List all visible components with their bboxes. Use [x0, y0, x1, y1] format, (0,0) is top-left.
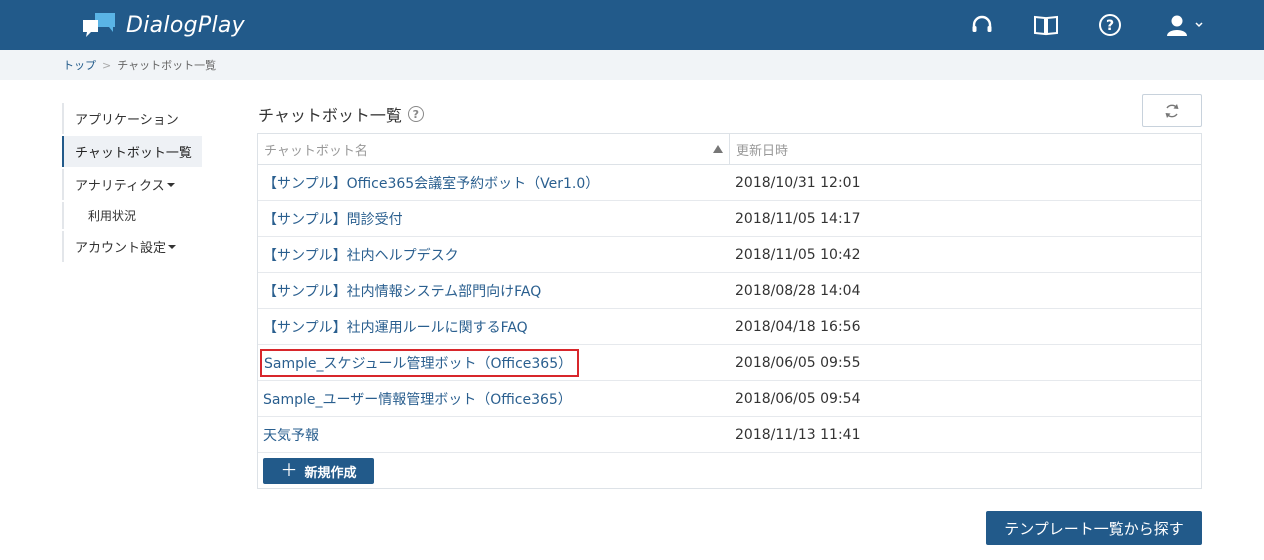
column-header-date[interactable]: 更新日時 [730, 134, 1201, 164]
app-header: DialogPlay ? [0, 0, 1264, 50]
help-icon[interactable]: ? [407, 106, 424, 122]
svg-text:?: ? [1106, 18, 1114, 34]
sidebar-item-label: アナリティクス [75, 179, 165, 194]
new-button-label: 新規作成 [304, 465, 357, 481]
column-header-name[interactable]: チャットボット名 [258, 134, 730, 164]
chatbot-name-link[interactable]: 【サンプル】問診受付 [258, 201, 730, 236]
breadcrumb-current: チャットボット一覧 [117, 59, 217, 72]
app-logo[interactable]: DialogPlay [82, 11, 245, 39]
sidebar-item-label: アプリケーション [75, 113, 179, 128]
column-header-label: チャットボット名 [264, 143, 368, 159]
chatbot-name-link[interactable]: 【サンプル】社内ヘルプデスク [258, 237, 730, 272]
column-header-label: 更新日時 [736, 143, 789, 159]
breadcrumb-separator: > [102, 58, 112, 72]
sidebar-item-analytics[interactable]: アナリティクス [62, 169, 202, 200]
table-row[interactable]: 天気予報 2018/11/13 11:41 [258, 417, 1201, 453]
chatbot-name-link[interactable]: 天気予報 [258, 417, 730, 452]
caret-down-icon [168, 244, 177, 249]
user-icon [1167, 15, 1187, 36]
headset-icon[interactable] [969, 12, 995, 38]
updated-at: 2018/11/05 10:42 [735, 246, 861, 263]
sidebar-item-label: 利用状況 [88, 209, 137, 223]
updated-at: 2018/06/05 09:55 [735, 354, 861, 371]
chatbot-name-link[interactable]: 【サンプル】社内運用ルールに関するFAQ [258, 309, 730, 344]
plus-icon: ＋ [280, 460, 298, 481]
table-header: チャットボット名 更新日時 [258, 134, 1201, 165]
chatbot-name-link[interactable]: 【サンプル】社内情報システム部門向けFAQ [258, 273, 730, 308]
browse-templates-button[interactable]: テンプレート一覧から探す [986, 511, 1202, 545]
sidebar-item-account-settings[interactable]: アカウント設定 [62, 231, 202, 262]
chatbot-name-cell: Sample_スケジュール管理ボット（Office365） [258, 345, 730, 380]
chatbot-name-link-highlighted[interactable]: Sample_スケジュール管理ボット（Office365） [260, 348, 580, 377]
breadcrumb: トップ > チャットボット一覧 [0, 50, 1264, 80]
breadcrumb-home[interactable]: トップ [63, 57, 96, 73]
sidebar-item-label: アカウント設定 [75, 241, 167, 256]
sidebar: アプリケーション チャットボット一覧 アナリティクス 利用状況 アカウント設定 [62, 103, 202, 264]
help-icon[interactable]: ? [1097, 12, 1123, 38]
updated-at: 2018/11/05 14:17 [735, 210, 861, 227]
sidebar-item-chatbots[interactable]: チャットボット一覧 [62, 136, 202, 167]
table-row[interactable]: 【サンプル】社内運用ルールに関するFAQ 2018/04/18 16:56 [258, 309, 1201, 345]
chatbot-name-link[interactable]: Sample_ユーザー情報管理ボット（Office365） [258, 381, 730, 416]
sidebar-item-applications[interactable]: アプリケーション [62, 103, 202, 134]
page-title: チャットボット一覧 [258, 106, 402, 125]
caret-down-icon [166, 182, 175, 187]
updated-at: 2018/04/18 16:56 [735, 318, 861, 335]
table-row[interactable]: 【サンプル】Office365会議室予約ボット（Ver1.0） 2018/10/… [258, 165, 1201, 201]
table-row[interactable]: Sample_ユーザー情報管理ボット（Office365） 2018/06/05… [258, 381, 1201, 417]
refresh-icon [1165, 103, 1179, 118]
updated-at: 2018/08/28 14:04 [735, 282, 861, 299]
table-row[interactable]: Sample_スケジュール管理ボット（Office365） 2018/06/05… [258, 345, 1201, 381]
sidebar-item-label: チャットボット一覧 [75, 146, 192, 161]
page-title-area: チャットボット一覧 ? [258, 102, 424, 126]
updated-at: 2018/10/31 12:01 [735, 174, 861, 191]
chatbot-table: チャットボット名 更新日時 【サンプル】Office365会議室予約ボット（Ve… [257, 133, 1202, 489]
chevron-down-icon [1195, 22, 1203, 28]
table-row[interactable]: 【サンプル】社内情報システム部門向けFAQ 2018/08/28 14:04 [258, 273, 1201, 309]
table-row[interactable]: 【サンプル】問診受付 2018/11/05 14:17 [258, 201, 1201, 237]
sidebar-subitem-usage[interactable]: 利用状況 [62, 202, 202, 229]
new-chatbot-button[interactable]: ＋ 新規作成 [263, 458, 374, 484]
chat-bubbles-icon [83, 13, 115, 37]
chatbot-name-link[interactable]: 【サンプル】Office365会議室予約ボット（Ver1.0） [258, 165, 730, 200]
updated-at: 2018/11/13 11:41 [735, 426, 861, 443]
refresh-button[interactable] [1142, 94, 1202, 127]
updated-at: 2018/06/05 09:54 [735, 390, 861, 407]
sort-ascending-icon [713, 145, 723, 153]
book-icon[interactable] [1033, 12, 1059, 38]
app-name: DialogPlay [126, 12, 245, 38]
table-row[interactable]: 【サンプル】社内ヘルプデスク 2018/11/05 10:42 [258, 237, 1201, 273]
user-menu[interactable] [1160, 12, 1210, 38]
